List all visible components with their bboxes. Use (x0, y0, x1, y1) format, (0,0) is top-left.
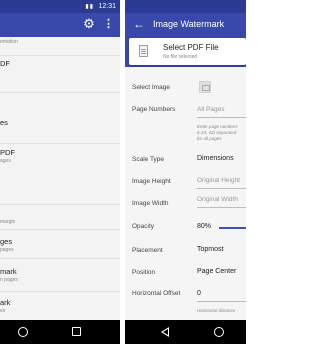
list-item-subtitle: pages (0, 247, 14, 253)
list-item[interactable]: mark n pages (0, 259, 120, 291)
image-width-underline (197, 207, 246, 208)
scale-type-label: Scale Type (132, 156, 165, 163)
opacity-label: Opacity (132, 223, 155, 230)
app-bar: ⚙ ⋮ (0, 13, 120, 37)
page-numbers-input[interactable]: All Pages (197, 106, 224, 113)
select-image-label: Select Image (132, 84, 170, 91)
signal-icon: ▮▮ (85, 4, 94, 10)
list-item[interactable]: ark es (0, 292, 120, 320)
position-label: Position (132, 269, 156, 276)
back-triangle-icon[interactable] (161, 327, 169, 337)
page-numbers-underline (197, 117, 246, 118)
list-item-title: PDF (0, 148, 15, 157)
status-bar (125, 0, 246, 13)
page-numbers-note-3: for all pages. (197, 136, 223, 141)
nav-bar (125, 320, 246, 344)
opacity-value: 80% (197, 223, 212, 230)
list-item[interactable]: entation (0, 37, 120, 55)
right-screen: ← Image Watermark Select PDF File No fil… (125, 0, 246, 344)
file-icon (139, 45, 148, 57)
list-item[interactable]: es (0, 93, 120, 143)
status-time: 12:31 (98, 3, 116, 10)
back-arrow-icon[interactable]: ← (133, 17, 145, 31)
page-title: Image Watermark (153, 19, 225, 29)
horizontal-offset-input[interactable]: 0 (197, 290, 201, 297)
horizontal-offset-note: Horizontal distance (197, 308, 236, 313)
horizontal-offset-label: Horizontal Offset (132, 290, 181, 297)
list-item-subtitle: entation (0, 39, 18, 45)
opacity-slider[interactable] (219, 227, 246, 229)
nav-bar (0, 320, 120, 344)
scale-type-select[interactable]: Dimensions (197, 155, 234, 162)
app-bar: ← Image Watermark (125, 13, 246, 37)
list-item-title: ark (0, 298, 11, 307)
list-item[interactable]: DF (0, 56, 120, 92)
image-height-underline (197, 188, 246, 189)
more-vert-icon[interactable]: ⋮ (103, 17, 114, 31)
list-item[interactable]: margin (0, 205, 120, 229)
position-select[interactable]: Page Center (197, 268, 236, 275)
status-bar: ▮▮ 12:31 (0, 0, 120, 13)
image-height-label: Image Height (132, 178, 171, 185)
recents-square-icon[interactable] (72, 327, 81, 336)
placement-select[interactable]: Topmost (197, 246, 223, 253)
list-item-subtitle: n pages (0, 277, 18, 283)
tool-list: entation DF es PDF ages margin ges pages… (0, 37, 120, 320)
list-item-title: DF (0, 59, 10, 68)
image-width-input[interactable]: Original Width (197, 196, 238, 203)
select-pdf-title: Select PDF File (163, 43, 219, 52)
select-pdf-subtitle: No file selected (163, 54, 198, 60)
gear-icon[interactable]: ⚙ (82, 17, 96, 31)
placement-label: Placement (132, 247, 163, 254)
list-item[interactable]: PDF ages (0, 144, 120, 204)
list-item[interactable]: ges pages (0, 230, 120, 258)
form-body (125, 67, 246, 320)
image-height-input[interactable]: Original Height (197, 177, 240, 184)
list-item-subtitle: margin (0, 219, 16, 225)
list-item-subtitle: ages (0, 158, 11, 164)
image-placeholder-icon[interactable] (199, 81, 211, 93)
home-circle-icon[interactable] (18, 327, 28, 337)
horizontal-offset-underline (197, 301, 246, 302)
list-item-title: es (0, 118, 8, 127)
home-circle-icon[interactable] (214, 327, 224, 337)
list-item-title: mark (0, 267, 17, 276)
select-pdf-card[interactable]: Select PDF File No file selected (129, 38, 246, 65)
image-width-label: Image Width (132, 200, 169, 207)
left-screen: ▮▮ 12:31 ⚙ ⋮ entation DF es PDF ages mar… (0, 0, 120, 344)
list-item-title: ges (0, 237, 13, 246)
list-item-subtitle: es (0, 308, 6, 314)
page-numbers-label: Page Numbers (132, 106, 176, 113)
